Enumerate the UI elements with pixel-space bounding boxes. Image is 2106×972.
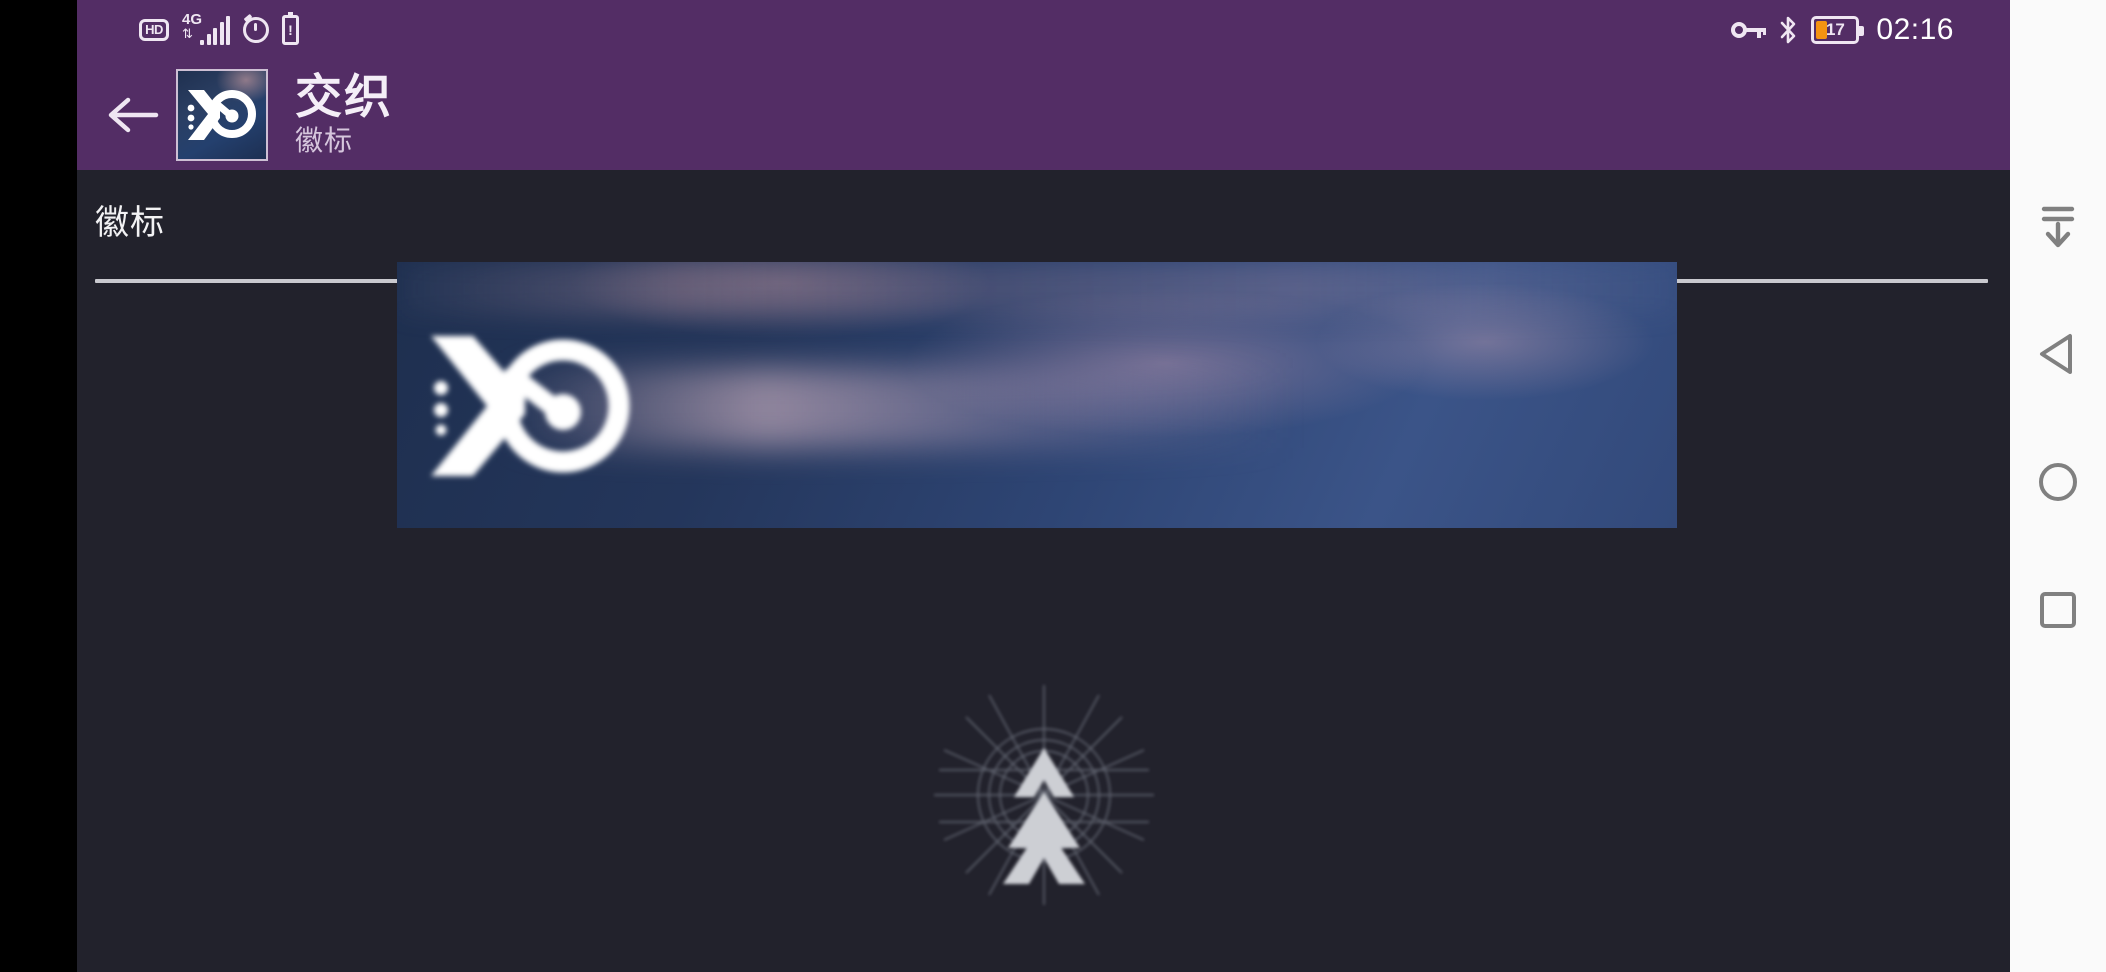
page-subtitle: 徽标	[295, 125, 354, 156]
signal-bars-icon	[200, 16, 230, 45]
home-icon	[2039, 463, 2077, 501]
back-arrow-button[interactable]	[100, 82, 166, 148]
network-signal-icon: 4G ⇅	[182, 11, 230, 47]
nav-home-button[interactable]	[2010, 452, 2106, 512]
back-icon	[2040, 334, 2072, 374]
left-black-pillar	[0, 0, 77, 972]
alarm-icon	[243, 17, 269, 43]
hide-navbar-button[interactable]	[2010, 196, 2106, 256]
watermark-logo	[933, 685, 1154, 905]
hd-icon: HD	[139, 19, 169, 41]
key-icon	[1731, 21, 1767, 39]
battery-percent-label: 17	[1825, 20, 1845, 39]
emblem-banner-image[interactable]	[397, 262, 1677, 528]
app-bar: 交织 徽标	[77, 60, 2010, 170]
section-title: 徽标	[95, 204, 165, 242]
back-arrow-icon	[108, 97, 159, 133]
network-type-label: 4G	[182, 11, 203, 28]
app-thumbnail[interactable]	[176, 69, 268, 161]
content-area: 徽标	[77, 170, 2010, 972]
app-bar-titles: 交织 徽标	[295, 72, 393, 158]
interwoven-logo-icon	[187, 90, 256, 140]
nav-back-button[interactable]	[2010, 324, 2106, 384]
status-bar: HD 4G ⇅ ! 17 02:16	[77, 0, 2010, 60]
hide-navbar-icon	[2041, 206, 2075, 248]
battery-alert-icon: !	[282, 12, 299, 45]
screen-root: HD 4G ⇅ ! 17 02:16 交织 徽标 徽标	[0, 0, 2106, 972]
system-nav-bar	[2010, 0, 2106, 972]
battery-icon: 17	[1811, 16, 1865, 44]
phone-viewport: HD 4G ⇅ ! 17 02:16 交织 徽标 徽标	[77, 0, 2010, 972]
clock-label: 02:16	[1876, 13, 1954, 46]
interwoven-banner-logo-icon	[431, 336, 630, 476]
status-bar-right-icons: 17 02:16	[1731, 13, 1954, 47]
page-title: 交织	[295, 70, 393, 123]
recents-icon	[2040, 592, 2076, 628]
bluetooth-icon	[1781, 16, 1796, 44]
network-activity-icon: ⇅	[182, 26, 193, 41]
status-bar-left-icons: HD 4G ⇅ !	[139, 11, 299, 47]
nav-recents-button[interactable]	[2010, 580, 2106, 640]
